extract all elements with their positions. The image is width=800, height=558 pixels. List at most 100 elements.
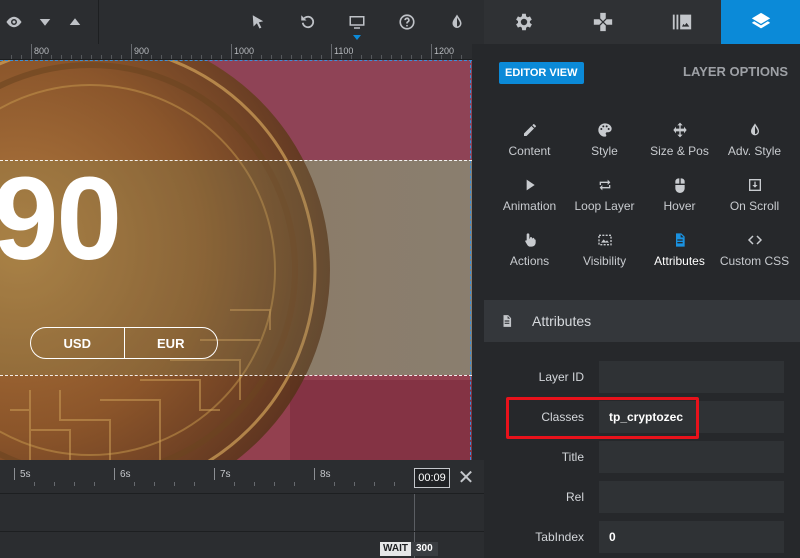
timeline-label: 8s [320,469,331,480]
tab-layers[interactable] [721,0,800,44]
tool-label: Loop Layer [574,199,635,213]
active-device-indicator [353,35,361,40]
gamepad-icon [593,12,612,32]
pencil-icon [523,124,536,136]
layer-id-row: Layer ID [484,361,800,393]
tool-size-pos[interactable]: Size & Pos [642,118,717,173]
horizontal-ruler: 800 900 1000 1100 1200 [0,44,472,60]
tool-loop-layer[interactable]: Loop Layer [567,173,642,228]
desktop-icon[interactable] [345,10,369,34]
mouse-icon [674,178,685,193]
timeline-divider [0,531,484,532]
usd-button[interactable]: USD [31,328,124,358]
eur-button[interactable]: EUR [123,328,218,358]
chevron-up-icon[interactable] [63,10,87,34]
slide-canvas[interactable]: .90 USD EUR [0,60,472,460]
rel-label: Rel [565,490,584,504]
rel-input[interactable] [599,481,784,513]
tool-hover[interactable]: Hover [642,173,717,228]
mode-row: EDITOR VIEW LAYER OPTIONS [484,44,800,104]
wait-label: WAIT [380,542,411,556]
tool-label: On Scroll [729,199,780,213]
layer-guide-right [470,60,471,460]
tool-animation[interactable]: Animation [492,173,567,228]
price-layer-text[interactable]: .90 [0,160,122,278]
tool-label: Visibility [582,254,627,268]
contrast-icon[interactable] [445,10,469,34]
eye-icon[interactable] [2,10,26,34]
selection-bottom-edge [0,375,472,376]
tool-label: Animation [502,199,557,213]
vertical-guide-track [472,44,484,460]
play-icon [526,179,535,191]
editor-view-badge[interactable]: EDITOR VIEW [499,62,584,84]
wait-marker[interactable]: WAIT 300 [380,542,438,556]
top-toolbar [0,0,484,44]
title-label: Title [561,450,584,464]
tool-label: Content [508,144,551,158]
gallery-icon [672,14,691,30]
tab-media[interactable] [642,0,721,44]
tool-label: Actions [509,254,550,268]
timeline-label: 5s [20,469,31,480]
document-icon [503,315,512,327]
tab-navigation[interactable] [563,0,642,44]
layers-icon [751,12,770,29]
attributes-section-header[interactable]: Attributes [484,300,800,342]
toolbar-divider [98,0,99,44]
close-icon[interactable]: ✕ [456,468,476,488]
undo-icon[interactable] [296,10,320,34]
title-input[interactable] [599,441,784,473]
timeline-label: 6s [120,469,131,480]
code-icon [747,235,762,245]
tool-attributes[interactable]: Attributes [642,228,717,283]
tab-settings[interactable] [484,0,563,44]
wait-value: 300 [411,542,438,556]
palette-icon [597,123,612,137]
drop-half-icon [750,123,759,136]
tabindex-label: TabIndex [535,530,584,544]
timeline-ruler[interactable]: 5s 6s 7s 8s 00:09 ✕ [0,460,484,494]
layer-id-input[interactable] [599,361,784,393]
help-icon[interactable] [395,10,419,34]
tool-content[interactable]: Content [492,118,567,173]
section-title: Attributes [532,313,592,329]
tool-adv-style[interactable]: Adv. Style [717,118,792,173]
tool-label: Attributes [654,254,705,268]
tool-label: Hover [663,199,696,213]
scroll-down-icon [748,179,761,191]
title-row: Title [484,441,800,473]
classes-input[interactable]: tp_cryptozec [599,401,784,433]
rel-row: Rel [484,481,800,513]
tabindex-input[interactable]: 0 [599,521,784,553]
current-time-display[interactable]: 00:09 [414,468,450,488]
tool-label: Style [591,144,618,158]
classes-row: Classes tp_cryptozec [484,401,800,433]
tool-label: Size & Pos [650,144,709,158]
timeline-label: 7s [220,469,231,480]
timeline-panel: 5s 6s 7s 8s 00:09 ✕ WAIT 300 [0,460,484,558]
chevron-down-icon[interactable] [33,10,57,34]
hand-pointer-icon [524,233,536,247]
editor-area: 800 900 1000 1100 1200 90 USD EUR 5s 6s … [0,0,484,558]
tool-style[interactable]: Style [567,118,642,173]
layer-option-grid: Content Style Size & Pos Adv. Style Anim… [492,118,792,283]
tabindex-row: TabIndex 0 [484,521,800,553]
image-dashed-icon [597,234,612,246]
classes-label: Classes [541,410,584,424]
tool-visibility[interactable]: Visibility [567,228,642,283]
tool-custom-css[interactable]: Custom CSS [717,228,792,283]
currency-toggle: USD EUR [30,327,218,359]
tool-label: Adv. Style [727,144,782,158]
tool-actions[interactable]: Actions [492,228,567,283]
tool-label: Custom CSS [719,254,790,268]
pointer-icon[interactable] [246,10,270,34]
move-arrows-icon [672,122,687,138]
loop-arrows-icon [599,179,610,191]
layer-id-label: Layer ID [538,370,584,384]
gear-icon [515,13,532,31]
settings-panel: EDITOR VIEW LAYER OPTIONS Content Style … [484,0,800,558]
tool-on-scroll[interactable]: On Scroll [717,173,792,228]
layer-options-title: LAYER OPTIONS [683,64,788,79]
panel-tabs [484,0,800,44]
